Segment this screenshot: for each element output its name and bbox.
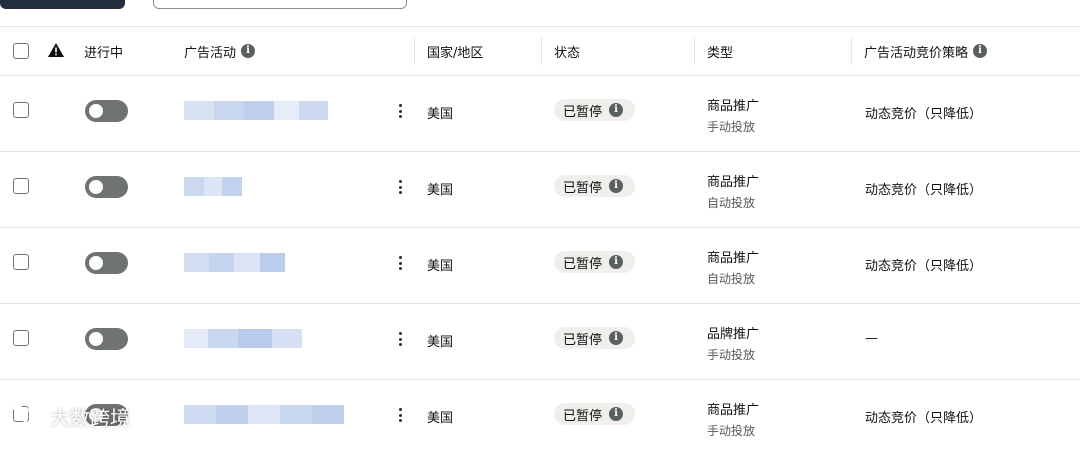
row-checkbox[interactable] [13, 102, 29, 118]
campaign-type: 商品推广 [707, 99, 760, 114]
bidding-strategy: — [865, 331, 878, 346]
toggle-knob [89, 180, 103, 194]
header-running[interactable]: 进行中 [84, 27, 123, 75]
campaign-toggle[interactable] [85, 328, 128, 350]
campaign-name-link[interactable] [184, 177, 242, 196]
more-options-icon[interactable] [393, 102, 407, 120]
row-checkbox[interactable] [13, 178, 29, 194]
targeting-type: 手动投放 [707, 348, 756, 362]
column-divider [694, 37, 695, 65]
header-campaign-label: 广告活动 [184, 45, 237, 61]
search-input[interactable] [153, 0, 407, 9]
country-cell: 美国 [427, 411, 454, 426]
campaign-name-link[interactable] [184, 405, 344, 424]
header-country[interactable]: 国家/地区 [427, 27, 483, 75]
country-cell: 美国 [427, 183, 454, 198]
campaign-toggle[interactable] [85, 176, 128, 198]
campaign-type: 商品推广 [707, 175, 760, 190]
status-badge[interactable]: 已暂停 i [554, 327, 636, 349]
watermark-logo-icon [7, 405, 46, 427]
bidding-strategy: 动态竞价（只降低） [865, 411, 983, 426]
header-strategy-label: 广告活动竞价策略 [864, 45, 969, 61]
status-badge[interactable]: 已暂停 i [554, 175, 636, 197]
targeting-type: 手动投放 [707, 424, 756, 438]
status-label: 已暂停 [563, 332, 603, 348]
status-badge[interactable]: 已暂停 i [554, 403, 636, 425]
header-campaign[interactable]: 广告活动 i [184, 27, 256, 75]
toggle-knob [89, 104, 103, 118]
info-icon[interactable]: i [609, 103, 624, 117]
row-checkbox[interactable] [13, 330, 29, 346]
campaign-name-link[interactable] [184, 101, 328, 120]
country-cell: 美国 [427, 107, 454, 122]
column-divider [851, 37, 852, 65]
toggle-knob [89, 332, 103, 346]
status-label: 已暂停 [563, 408, 603, 424]
header-status-label: 状态 [554, 45, 581, 61]
campaign-name-link[interactable] [184, 253, 285, 272]
row-checkbox[interactable] [13, 254, 29, 270]
status-badge[interactable]: 已暂停 i [554, 251, 636, 273]
info-icon[interactable]: i [609, 179, 624, 193]
info-icon[interactable]: i [609, 255, 624, 269]
bidding-strategy: 动态竞价（只降低） [865, 183, 983, 198]
warning-triangle-icon [48, 43, 64, 57]
more-options-icon[interactable] [393, 406, 407, 424]
header-type-label: 类型 [707, 45, 734, 61]
more-options-icon[interactable] [393, 254, 407, 272]
info-icon[interactable]: i [241, 44, 256, 58]
bidding-strategy: 动态竞价（只降低） [865, 107, 983, 122]
table-row: 美国 已暂停 i 商品推广 自动投放 动态竞价（只降低） [0, 152, 1080, 228]
status-label: 已暂停 [563, 256, 603, 272]
header-status[interactable]: 状态 [554, 27, 580, 75]
table-row: 美国 已暂停 i 品牌推广 手动投放 — [0, 304, 1080, 380]
campaign-type: 商品推广 [707, 251, 760, 266]
campaign-name-link[interactable] [184, 329, 302, 348]
more-options-icon[interactable] [393, 330, 407, 348]
header-type[interactable]: 类型 [707, 27, 733, 75]
country-cell: 美国 [427, 259, 454, 274]
primary-action-button[interactable] [0, 0, 125, 9]
table-row: 美国 已暂停 i 商品推广 手动投放 动态竞价（只降低） [0, 380, 1080, 456]
targeting-type: 自动投放 [707, 196, 756, 210]
targeting-type: 手动投放 [707, 120, 756, 134]
table-header: 进行中 广告活动 i 国家/地区 状态 类型 广告活动竞价策略 i [0, 27, 1080, 76]
status-label: 已暂停 [563, 180, 603, 196]
watermark: 大数跨境 [6, 398, 130, 434]
column-divider [541, 37, 542, 65]
header-running-label: 进行中 [84, 45, 124, 61]
campaign-type: 品牌推广 [707, 327, 760, 342]
info-icon[interactable]: i [609, 407, 624, 421]
bidding-strategy: 动态竞价（只降低） [865, 259, 983, 274]
watermark-text: 大数跨境 [50, 405, 130, 430]
header-strategy[interactable]: 广告活动竞价策略 i [864, 27, 988, 75]
column-divider [414, 37, 415, 65]
campaign-type: 商品推广 [707, 403, 760, 418]
header-country-label: 国家/地区 [427, 45, 484, 61]
campaign-toggle[interactable] [85, 100, 128, 122]
status-badge[interactable]: 已暂停 i [554, 99, 636, 121]
country-cell: 美国 [427, 335, 454, 350]
status-label: 已暂停 [563, 104, 603, 120]
select-all-checkbox[interactable] [13, 43, 29, 59]
info-icon[interactable]: i [609, 331, 624, 345]
table-row: 美国 已暂停 i 商品推广 手动投放 动态竞价（只降低） [0, 76, 1080, 152]
info-icon[interactable]: i [973, 44, 988, 58]
campaign-toggle[interactable] [85, 252, 128, 274]
table-row: 美国 已暂停 i 商品推广 自动投放 动态竞价（只降低） [0, 228, 1080, 304]
targeting-type: 自动投放 [707, 272, 756, 286]
more-options-icon[interactable] [393, 178, 407, 196]
toggle-knob [89, 256, 103, 270]
